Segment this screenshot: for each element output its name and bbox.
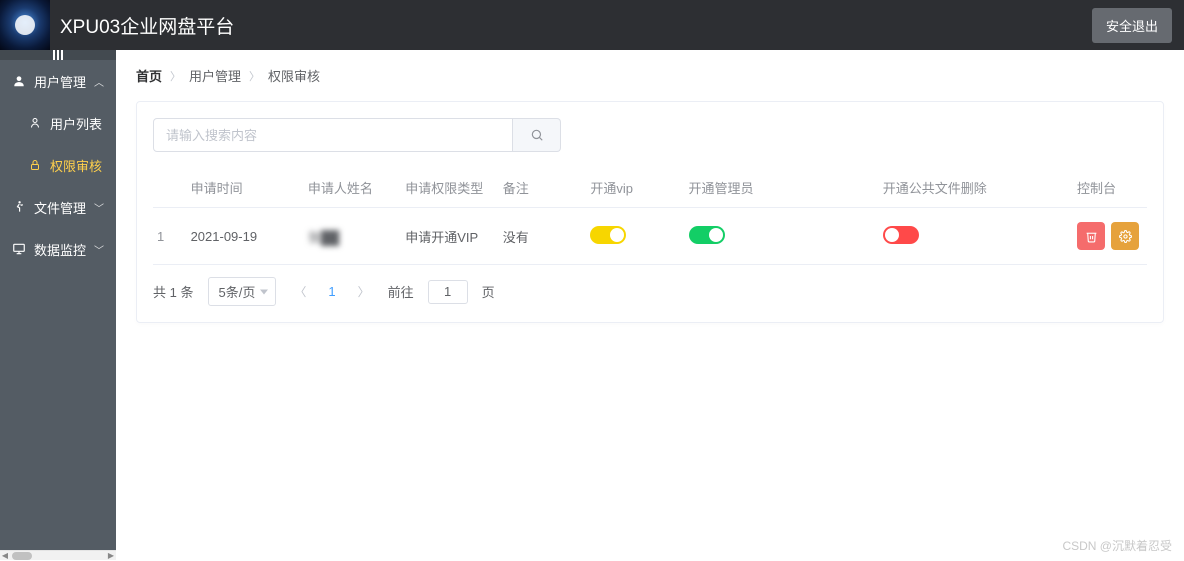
run-icon xyxy=(12,200,26,214)
chevron-right-icon: 〉 xyxy=(249,68,260,84)
sidebar-item-label: 用户管理 xyxy=(34,72,86,91)
cell-applicant-name: 张██ xyxy=(300,208,397,265)
sidebar-item-label: 数据监控 xyxy=(34,240,86,259)
cell-vip xyxy=(582,208,680,265)
table-header: 开通vip xyxy=(582,168,680,208)
data-table: 申请时间 申请人姓名 申请权限类型 备注 开通vip 开通管理员 开通公共文件删… xyxy=(153,168,1147,265)
cell-public-delete xyxy=(875,208,1069,265)
chevron-down-icon: ﹀ xyxy=(94,242,104,257)
table-header: 开通公共文件删除 xyxy=(875,168,1069,208)
user-icon xyxy=(12,74,26,88)
page-size-select[interactable]: 5条/页 xyxy=(208,277,277,306)
sidebar-item-data-monitor[interactable]: 数据监控 ﹀ xyxy=(0,228,116,270)
watermark: CSDN @沉默着忍受 xyxy=(1062,537,1172,554)
breadcrumb-item[interactable]: 用户管理 xyxy=(189,66,241,85)
sidebar-collapse-toggle[interactable] xyxy=(0,50,116,60)
lock-icon xyxy=(28,158,42,172)
main-content: 首页 〉 用户管理 〉 权限审核 申请时间 申请人姓名 申请权限类型 xyxy=(116,50,1184,560)
sidebar-item-permission-review[interactable]: 权限审核 xyxy=(0,144,116,186)
sidebar-item-label: 用户列表 xyxy=(50,114,102,133)
goto-page-input[interactable] xyxy=(428,280,468,304)
delete-button[interactable] xyxy=(1077,222,1105,250)
cell-apply-time: 2021-09-19 xyxy=(183,208,300,265)
pagination-total: 共 1 条 xyxy=(153,282,194,301)
sidebar-item-user-mgmt[interactable]: 用户管理 ︿ xyxy=(0,60,116,102)
chevron-down-icon: ﹀ xyxy=(94,200,104,215)
table-header: 申请权限类型 xyxy=(397,168,495,208)
table-header: 控制台 xyxy=(1069,168,1147,208)
breadcrumb-item: 权限审核 xyxy=(268,66,320,85)
table-row: 1 2021-09-19 张██ 申请开通VIP 没有 xyxy=(153,208,1147,265)
search-row xyxy=(153,118,1147,152)
table-header-row: 申请时间 申请人姓名 申请权限类型 备注 开通vip 开通管理员 开通公共文件删… xyxy=(153,168,1147,208)
sidebar-item-label: 权限审核 xyxy=(50,156,102,175)
settings-button[interactable] xyxy=(1111,222,1139,250)
table-header xyxy=(153,168,183,208)
page-number[interactable]: 1 xyxy=(324,284,339,299)
chevron-up-icon: ︿ xyxy=(94,74,104,89)
sidebar-item-file-mgmt[interactable]: 文件管理 ﹀ xyxy=(0,186,116,228)
table-header: 开通管理员 xyxy=(681,168,875,208)
monitor-icon xyxy=(12,242,26,256)
search-input[interactable] xyxy=(153,118,513,152)
row-index: 1 xyxy=(153,208,183,265)
public-delete-switch[interactable] xyxy=(883,226,919,244)
search-icon xyxy=(530,128,544,142)
search-button[interactable] xyxy=(513,118,561,152)
logout-button[interactable]: 安全退出 xyxy=(1092,8,1172,43)
breadcrumb-item[interactable]: 首页 xyxy=(136,66,162,85)
cell-note: 没有 xyxy=(495,208,583,265)
next-page-button[interactable]: 〉 xyxy=(354,283,374,300)
sidebar: 用户管理 ︿ 用户列表 权限审核 文件管理 ﹀ xyxy=(0,50,116,560)
table-header: 申请人姓名 xyxy=(300,168,397,208)
goto-suffix: 页 xyxy=(482,282,495,301)
app-logo xyxy=(0,0,50,50)
collapse-icon xyxy=(53,50,63,60)
cell-actions xyxy=(1069,208,1147,265)
header-left: XPU03企业网盘平台 xyxy=(0,0,234,50)
goto-label: 前往 xyxy=(388,282,414,301)
breadcrumb: 首页 〉 用户管理 〉 权限审核 xyxy=(136,62,1164,89)
scroll-right-arrow[interactable]: ▶ xyxy=(106,551,116,561)
cell-admin xyxy=(681,208,875,265)
person-icon xyxy=(28,116,42,130)
vip-switch[interactable] xyxy=(590,226,626,244)
prev-page-button[interactable]: 〈 xyxy=(290,283,310,300)
chevron-right-icon: 〉 xyxy=(170,68,181,84)
gear-icon xyxy=(1119,230,1132,243)
admin-switch[interactable] xyxy=(689,226,725,244)
app-header: XPU03企业网盘平台 安全退出 xyxy=(0,0,1184,50)
sidebar-item-user-list[interactable]: 用户列表 xyxy=(0,102,116,144)
pagination: 共 1 条 5条/页 〈 1 〉 前往 页 xyxy=(153,277,1147,306)
horizontal-scrollbar[interactable]: ◀ ▶ xyxy=(0,550,116,560)
table-header: 申请时间 xyxy=(183,168,300,208)
sidebar-item-label: 文件管理 xyxy=(34,198,86,217)
content-card: 申请时间 申请人姓名 申请权限类型 备注 开通vip 开通管理员 开通公共文件删… xyxy=(136,101,1164,323)
scroll-left-arrow[interactable]: ◀ xyxy=(0,551,10,561)
cell-permission-type: 申请开通VIP xyxy=(397,208,495,265)
trash-icon xyxy=(1085,230,1098,243)
app-title: XPU03企业网盘平台 xyxy=(60,12,234,39)
scrollbar-thumb[interactable] xyxy=(12,552,32,560)
table-header: 备注 xyxy=(495,168,583,208)
